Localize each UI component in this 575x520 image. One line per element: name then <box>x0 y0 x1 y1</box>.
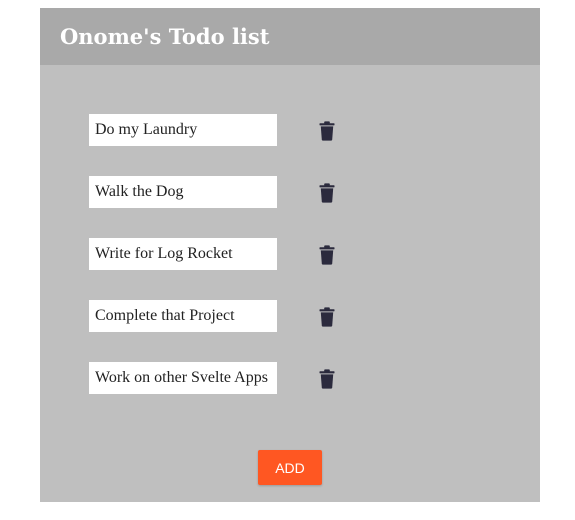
list-item <box>89 176 335 208</box>
todo-app: Onome's Todo list Do my Laundry Walk the… <box>40 8 540 502</box>
trash-icon[interactable] <box>319 307 335 327</box>
list-item <box>89 114 335 146</box>
todo-input[interactable] <box>89 114 277 146</box>
todo-input[interactable] <box>89 238 277 270</box>
trash-icon[interactable] <box>319 121 335 141</box>
add-button[interactable]: ADD <box>258 450 322 485</box>
page-title: Onome's Todo list <box>60 24 270 49</box>
list-item <box>89 238 335 270</box>
todo-input[interactable] <box>89 300 277 332</box>
app-header: Onome's Todo list <box>40 8 540 65</box>
todo-list <box>89 114 335 424</box>
list-item <box>89 300 335 332</box>
todo-input[interactable] <box>89 176 277 208</box>
trash-icon[interactable] <box>319 369 335 389</box>
trash-icon[interactable] <box>319 183 335 203</box>
list-item <box>89 362 335 394</box>
todo-input[interactable] <box>89 362 277 394</box>
trash-icon[interactable] <box>319 245 335 265</box>
